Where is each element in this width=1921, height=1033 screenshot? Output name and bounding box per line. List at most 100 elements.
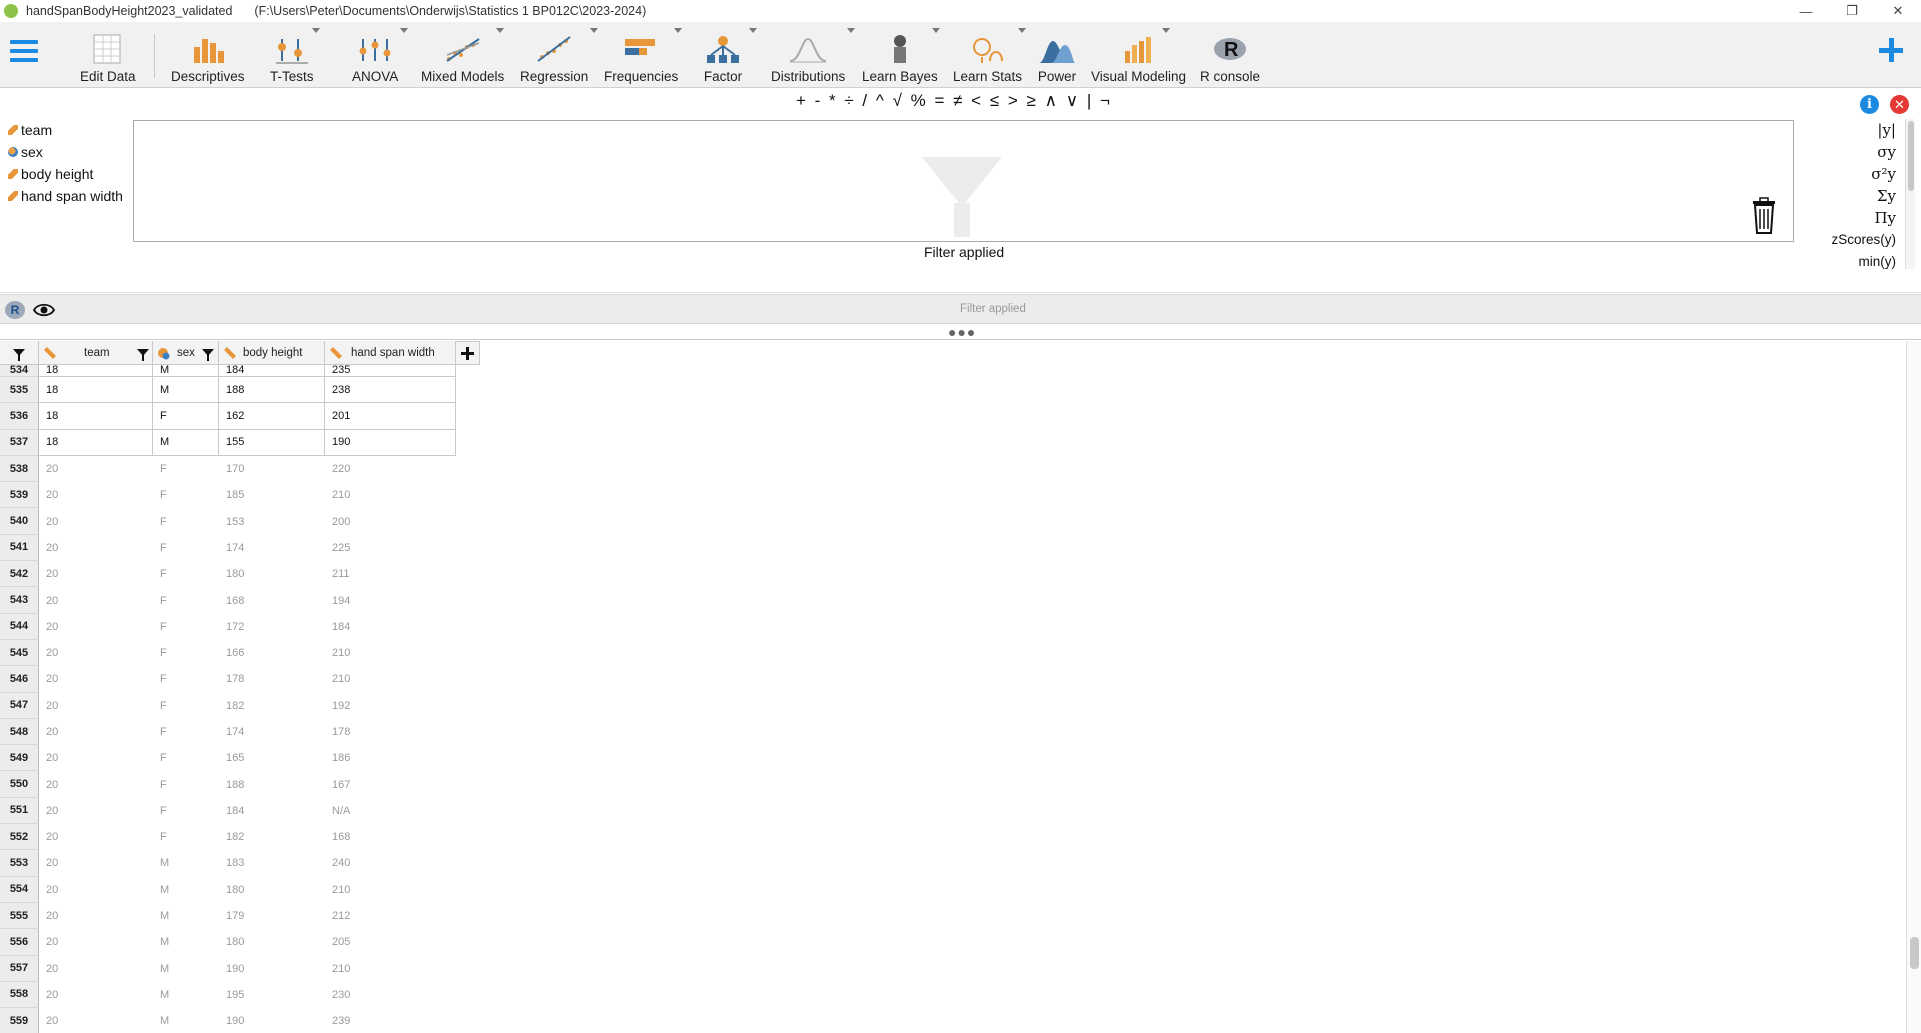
cell-sex[interactable]: F [153,693,219,719]
cell-hand-span-width[interactable]: 235 [325,365,456,377]
row-number[interactable]: 542 [0,561,39,588]
cell-sex[interactable]: F [153,456,219,482]
row-number[interactable]: 552 [0,824,39,851]
cell-hand-span-width[interactable]: 190 [325,429,456,456]
cell-sex[interactable]: M [153,982,219,1008]
func-zscores[interactable]: zScores(y) [1776,229,1896,251]
cell-sex[interactable]: M [153,365,219,377]
cell-body-height[interactable]: 180 [219,929,325,955]
cell-sex[interactable]: M [153,377,219,404]
cell-sex[interactable]: F [153,508,219,534]
cell-sex[interactable]: M [153,903,219,929]
ribbon-edit-data[interactable]: Edit Data [80,26,136,84]
cell-body-height[interactable]: 183 [219,850,325,876]
row-number[interactable]: 543 [0,587,39,614]
cell-body-height[interactable]: 180 [219,877,325,903]
cell-sex[interactable]: M [153,929,219,955]
cell-hand-span-width[interactable]: 200 [325,508,456,534]
cell-team[interactable]: 20 [39,535,153,561]
column-header-sex[interactable]: sex [153,341,219,365]
cell-body-height[interactable]: 190 [219,956,325,982]
grid-vertical-scrollbar[interactable] [1906,341,1921,1033]
row-number[interactable]: 556 [0,929,39,956]
row-number[interactable]: 547 [0,692,39,719]
cell-body-height[interactable]: 168 [219,587,325,613]
column-header-hand-span-width[interactable]: hand span width [325,341,456,365]
cell-hand-span-width[interactable]: 212 [325,903,456,929]
cell-team[interactable]: 20 [39,798,153,824]
cell-hand-span-width[interactable]: 210 [325,482,456,508]
cell-team[interactable]: 20 [39,693,153,719]
row-number[interactable]: 545 [0,639,39,667]
row-number[interactable]: 559 [0,1008,39,1033]
cell-sex[interactable]: M [153,1008,219,1033]
ribbon-power[interactable]: Power [1037,26,1077,84]
filter-variable-hand-span-width[interactable]: hand span width [8,185,123,207]
filter-variable-team[interactable]: team [8,119,123,141]
func-sd[interactable]: σy [1776,141,1896,163]
cell-hand-span-width[interactable]: 194 [325,587,456,613]
cell-body-height[interactable]: 188 [219,771,325,797]
cell-team[interactable]: 18 [39,377,153,404]
func-sum[interactable]: Σy [1776,185,1896,207]
cell-sex[interactable]: F [153,666,219,692]
function-list-scrollbar[interactable] [1905,119,1915,269]
cell-body-height[interactable]: 162 [219,403,325,430]
ribbon-mixed-models[interactable]: Mixed Models [421,26,505,84]
cell-body-height[interactable]: 170 [219,456,325,482]
cell-sex[interactable]: M [153,429,219,456]
cell-sex[interactable]: F [153,771,219,797]
filter-variable-body-height[interactable]: body height [8,163,123,185]
cell-body-height[interactable]: 184 [219,798,325,824]
cell-team[interactable]: 20 [39,745,153,771]
row-number[interactable]: 549 [0,745,39,772]
func-abs[interactable]: |y| [1776,119,1896,141]
ribbon-learn-stats[interactable]: Learn Stats [953,26,1027,84]
cell-sex[interactable]: F [153,561,219,587]
cell-hand-span-width[interactable]: 168 [325,824,456,850]
cell-sex[interactable]: F [153,745,219,771]
cell-team[interactable]: 20 [39,956,153,982]
cell-hand-span-width[interactable]: 201 [325,403,456,430]
cell-body-height[interactable]: 179 [219,903,325,929]
cell-hand-span-width[interactable]: 220 [325,456,456,482]
filter-drop-area[interactable] [133,120,1794,242]
cell-hand-span-width[interactable]: 205 [325,929,456,955]
cell-body-height[interactable]: 174 [219,535,325,561]
cell-body-height[interactable]: 182 [219,693,325,719]
cell-sex[interactable]: F [153,482,219,508]
cell-body-height[interactable]: 172 [219,614,325,640]
row-number[interactable]: 539 [0,482,39,509]
cell-body-height[interactable]: 165 [219,745,325,771]
filter-funnel-icon[interactable] [137,349,149,361]
row-number[interactable]: 554 [0,876,39,903]
row-number[interactable]: 537 [0,429,39,456]
row-number[interactable]: 546 [0,666,39,693]
cell-body-height[interactable]: 180 [219,561,325,587]
cell-sex[interactable]: M [153,850,219,876]
cell-body-height[interactable]: 184 [219,365,325,377]
row-number[interactable]: 534 [0,365,39,377]
cell-body-height[interactable]: 155 [219,429,325,456]
func-product[interactable]: Πy [1776,207,1896,229]
hamburger-menu-icon[interactable] [10,40,38,66]
cell-hand-span-width[interactable]: 178 [325,719,456,745]
filter-funnel-icon[interactable] [202,349,214,361]
cell-team[interactable]: 20 [39,982,153,1008]
minimize-button[interactable]: — [1783,0,1829,22]
filter-operators[interactable]: + - * ÷ / ^ √ % = ≠ < ≤ > ≥ ∧ ∨ | ¬ [796,91,1112,113]
ribbon-r-console[interactable]: R R console [1200,26,1260,84]
cell-team[interactable]: 20 [39,771,153,797]
maximize-button[interactable]: ❐ [1829,0,1875,22]
add-column-button[interactable] [456,341,480,365]
cell-team[interactable]: 20 [39,719,153,745]
cell-team[interactable]: 20 [39,614,153,640]
cell-hand-span-width[interactable]: 210 [325,666,456,692]
ribbon-regression[interactable]: Regression [520,26,599,84]
cell-body-height[interactable]: 190 [219,1008,325,1033]
ribbon-visual-modeling[interactable]: Visual Modeling [1091,26,1186,84]
cell-team[interactable]: 20 [39,1008,153,1033]
cell-team[interactable]: 20 [39,666,153,692]
column-header-body-height[interactable]: body height [219,341,325,365]
filter-variable-sex[interactable]: sex [8,141,123,163]
